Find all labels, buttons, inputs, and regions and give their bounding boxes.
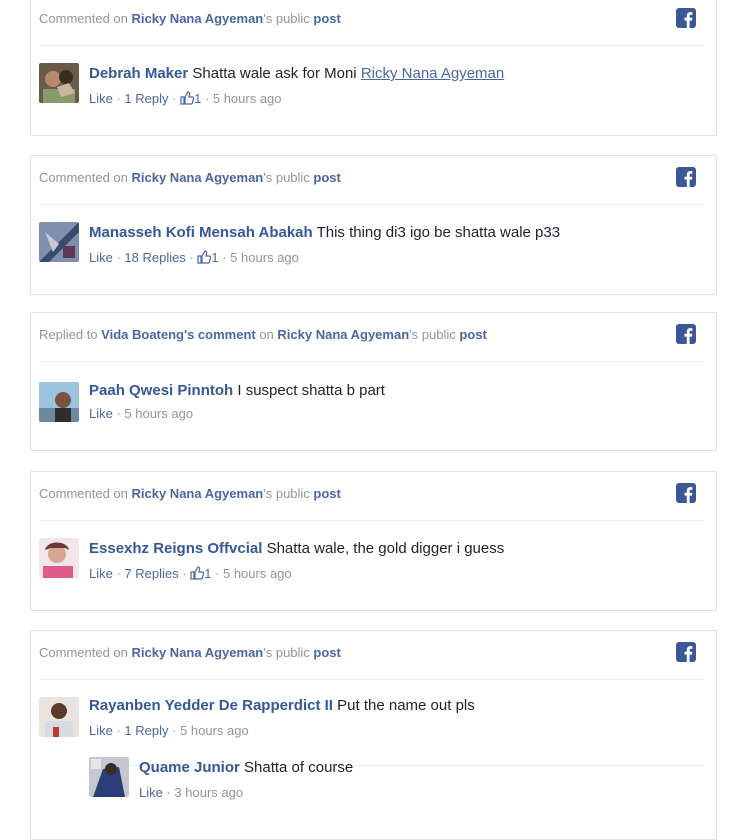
likes-count[interactable]: 1 xyxy=(211,250,218,265)
facebook-icon[interactable] xyxy=(676,324,696,344)
comment-meta: Like · 1 Reply · 5 hours ago xyxy=(89,723,249,738)
activity-card: Commented on Ricky Nana Agyeman's public… xyxy=(30,155,717,295)
comment: Debrah Maker Shatta wale ask for Moni Ri… xyxy=(39,63,716,123)
card-header: Replied to Vida Boateng's comment on Ric… xyxy=(39,313,704,362)
post-link[interactable]: post xyxy=(313,11,340,26)
comment: Manasseh Kofi Mensah Abakah This thing d… xyxy=(39,222,716,282)
person-link[interactable]: Ricky Nana Agyeman xyxy=(277,327,409,342)
comment-meta: Like · 5 hours ago xyxy=(89,406,194,421)
facebook-icon[interactable] xyxy=(676,8,696,28)
timestamp[interactable]: 5 hours ago xyxy=(223,566,292,581)
post-link[interactable]: post xyxy=(313,486,340,501)
post-link[interactable]: post xyxy=(313,170,340,185)
timestamp[interactable]: 5 hours ago xyxy=(124,406,193,421)
comment-author[interactable]: Essexhz Reigns Offvcial xyxy=(89,540,262,557)
avatar[interactable] xyxy=(39,382,79,422)
activity-context: Replied to Vida Boateng's comment on Ric… xyxy=(39,327,487,342)
like-button[interactable]: Like xyxy=(89,406,113,421)
comment-link[interactable]: Vida Boateng's comment xyxy=(101,327,256,342)
comment-body: Rayanben Yedder De Rapperdict II Put the… xyxy=(89,697,475,714)
comment-body: Quame Junior Shatta of course xyxy=(139,759,353,776)
mention-link[interactable]: Ricky Nana Agyeman xyxy=(361,65,504,82)
comment-text: I suspect shatta b part xyxy=(233,382,385,399)
avatar[interactable] xyxy=(39,697,79,737)
replies-link[interactable]: 7 Replies xyxy=(124,566,178,581)
activity-card: Replied to Vida Boateng's comment on Ric… xyxy=(30,312,717,451)
person-link[interactable]: Ricky Nana Agyeman xyxy=(132,11,264,26)
activity-context: Commented on Ricky Nana Agyeman's public… xyxy=(39,645,341,660)
like-button[interactable]: Like xyxy=(89,566,113,581)
comment-text: Shatta of course xyxy=(239,759,354,776)
facebook-icon[interactable] xyxy=(676,642,696,662)
person-link[interactable]: Ricky Nana Agyeman xyxy=(132,645,264,660)
reply-comment: Quame Junior Shatta of course Like · 3 h… xyxy=(89,757,716,807)
thumbs-up-icon[interactable] xyxy=(180,91,195,108)
timestamp[interactable]: 5 hours ago xyxy=(180,723,249,738)
activity-feed: Commented on Ricky Nana Agyeman's public… xyxy=(0,0,750,840)
activity-context: Commented on Ricky Nana Agyeman's public… xyxy=(39,11,341,26)
comment-author[interactable]: Rayanben Yedder De Rapperdict II xyxy=(89,697,333,714)
comment-body: Debrah Maker Shatta wale ask for Moni Ri… xyxy=(89,65,504,82)
comment-author[interactable]: Debrah Maker xyxy=(89,65,188,82)
timestamp[interactable]: 5 hours ago xyxy=(213,91,282,106)
thumbs-up-icon[interactable] xyxy=(190,566,205,583)
thumbs-up-icon[interactable] xyxy=(197,250,212,267)
comment-text: This thing di3 igo be shatta wale p33 xyxy=(312,224,561,241)
like-button[interactable]: Like xyxy=(89,723,113,738)
comment-meta: Like · 1 Reply · 1 · 5 hours ago xyxy=(89,91,282,108)
card-header: Commented on Ricky Nana Agyeman's public… xyxy=(39,472,704,521)
card-header: Commented on Ricky Nana Agyeman's public… xyxy=(39,156,704,205)
activity-card: Commented on Ricky Nana Agyeman's public… xyxy=(30,0,717,136)
comment-text: Shatta wale, the gold digger i guess xyxy=(262,540,505,557)
timestamp[interactable]: 3 hours ago xyxy=(174,785,243,800)
replies-link[interactable]: 18 Replies xyxy=(124,250,185,265)
comment-author[interactable]: Manasseh Kofi Mensah Abakah xyxy=(89,224,313,241)
like-button[interactable]: Like xyxy=(89,250,113,265)
comment-meta: Like · 7 Replies · 1 · 5 hours ago xyxy=(89,566,292,583)
timestamp[interactable]: 5 hours ago xyxy=(230,250,299,265)
like-button[interactable]: Like xyxy=(139,785,163,800)
comment-author[interactable]: Quame Junior xyxy=(139,759,240,776)
card-header: Commented on Ricky Nana Agyeman's public… xyxy=(39,631,704,680)
comment-meta: Like · 18 Replies · 1 · 5 hours ago xyxy=(89,250,299,267)
avatar[interactable] xyxy=(39,538,79,578)
replies-link[interactable]: 1 Reply xyxy=(124,91,168,106)
comment-text: Put the name out pls xyxy=(332,697,475,714)
person-link[interactable]: Ricky Nana Agyeman xyxy=(132,170,264,185)
facebook-icon[interactable] xyxy=(676,483,696,503)
post-link[interactable]: post xyxy=(313,645,340,660)
comment-body: Manasseh Kofi Mensah Abakah This thing d… xyxy=(89,224,560,241)
comment: Paah Qwesi Pinntoh I suspect shatta b pa… xyxy=(39,382,716,442)
avatar[interactable] xyxy=(89,757,129,797)
replies-link[interactable]: 1 Reply xyxy=(124,723,168,738)
facebook-icon[interactable] xyxy=(676,167,696,187)
comment: Essexhz Reigns Offvcial Shatta wale, the… xyxy=(39,538,716,598)
like-button[interactable]: Like xyxy=(89,91,113,106)
comment-body: Paah Qwesi Pinntoh I suspect shatta b pa… xyxy=(89,382,385,399)
comment: Rayanben Yedder De Rapperdict II Put the… xyxy=(39,697,716,749)
activity-context: Commented on Ricky Nana Agyeman's public… xyxy=(39,486,341,501)
activity-card: Commented on Ricky Nana Agyeman's public… xyxy=(30,630,717,840)
post-link[interactable]: post xyxy=(459,327,486,342)
card-header: Commented on Ricky Nana Agyeman's public… xyxy=(39,0,704,46)
person-link[interactable]: Ricky Nana Agyeman xyxy=(132,486,264,501)
activity-card: Commented on Ricky Nana Agyeman's public… xyxy=(30,471,717,611)
comment-text: Shatta wale ask for Moni xyxy=(188,65,361,82)
comment-meta: Like · 3 hours ago xyxy=(139,785,244,800)
avatar[interactable] xyxy=(39,63,79,103)
activity-context: Commented on Ricky Nana Agyeman's public… xyxy=(39,170,341,185)
comment-body: Essexhz Reigns Offvcial Shatta wale, the… xyxy=(89,540,504,557)
avatar[interactable] xyxy=(39,222,79,262)
comment-author[interactable]: Paah Qwesi Pinntoh xyxy=(89,382,233,399)
